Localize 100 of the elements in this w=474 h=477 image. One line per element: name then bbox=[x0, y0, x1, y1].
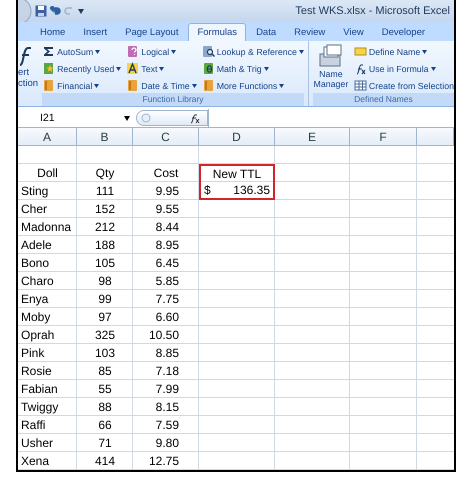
ribbon-tab[interactable]: Page Layout bbox=[117, 24, 186, 41]
table-cell-text: Oprah bbox=[20, 327, 56, 344]
table-cell-text: 5.85 bbox=[154, 273, 180, 290]
caret-icon bbox=[264, 66, 269, 70]
column-header[interactable]: A bbox=[18, 128, 77, 146]
table-cell-text: 7.75 bbox=[154, 291, 180, 308]
table-cell-text: Enya bbox=[20, 291, 50, 308]
table-cell-text: 9.95 bbox=[154, 183, 180, 200]
table-cell-text: 55 bbox=[97, 381, 113, 398]
table-cell-text: Usher bbox=[20, 435, 54, 452]
table-cell-text: Madonna bbox=[20, 219, 72, 236]
question-book-icon bbox=[126, 45, 140, 58]
ribbon-button[interactable]: Lookup & Reference bbox=[202, 44, 304, 59]
name-box[interactable]: I21 bbox=[18, 112, 136, 124]
ribbon-tab[interactable]: View bbox=[335, 24, 372, 41]
table-cell-text: 85 bbox=[97, 363, 113, 380]
table-cell-text: Rosie bbox=[20, 363, 53, 380]
caret-icon bbox=[94, 84, 100, 88]
table-cell-text: 8.44 bbox=[154, 219, 180, 236]
window-title: Test WKS.xlsx - Microsoft Excel bbox=[295, 5, 450, 17]
ribbon-tab[interactable]: Data bbox=[248, 24, 284, 41]
group-label: Function Library bbox=[42, 93, 304, 106]
table-cell-text: 6.45 bbox=[154, 255, 180, 272]
ribbon-button[interactable]: Use in Formula bbox=[354, 61, 454, 76]
ribbon-button[interactable]: Text bbox=[126, 61, 197, 76]
table-cell-text: Xena bbox=[20, 453, 50, 470]
function-icon bbox=[18, 45, 32, 67]
table-cell-text: 10.50 bbox=[148, 327, 180, 344]
ribbon-tab[interactable]: Insert bbox=[75, 24, 116, 41]
name-manager-button[interactable]: Name Manager bbox=[312, 44, 349, 93]
caret-icon bbox=[192, 84, 197, 88]
star-book-icon bbox=[42, 62, 56, 75]
column-header[interactable]: B bbox=[77, 128, 133, 146]
group-label: Defined Names bbox=[312, 93, 454, 106]
table-cell-text: 7.18 bbox=[154, 363, 180, 380]
table-cell-text: Sting bbox=[20, 183, 50, 200]
ribbon-button[interactable]: Define Name bbox=[354, 44, 454, 59]
undo-icon[interactable] bbox=[50, 6, 61, 16]
ribbon-tab[interactable]: Developer bbox=[374, 24, 434, 41]
table-cell-text: 152 bbox=[94, 201, 116, 218]
insert-function-button[interactable]: ert ction bbox=[18, 41, 38, 106]
column-header[interactable]: D bbox=[199, 128, 275, 146]
ribbon-button[interactable]: Create from Selection bbox=[354, 78, 454, 93]
label-icon bbox=[354, 45, 367, 58]
ribbon-tab[interactable]: Formulas bbox=[188, 23, 246, 41]
customize-toolbar-icon[interactable] bbox=[78, 8, 84, 14]
table-cell-text: 8.85 bbox=[154, 345, 180, 362]
table-cell: New TTL bbox=[199, 164, 275, 182]
column-header[interactable]: F bbox=[350, 128, 417, 146]
table-cell-text: Raffi bbox=[20, 417, 46, 434]
save-icon[interactable] bbox=[35, 5, 47, 17]
table-cell-text: 9.80 bbox=[154, 435, 180, 452]
text-book-icon bbox=[126, 62, 140, 75]
table-cell-text: 9.55 bbox=[154, 201, 180, 218]
ribbon-button[interactable]: Date & Time bbox=[126, 78, 197, 93]
table-cell-text: Qty bbox=[94, 165, 116, 182]
table-cell-text: 98 bbox=[97, 273, 113, 290]
table-cell-text: 212 bbox=[94, 219, 116, 236]
table-cell-text: 188 bbox=[94, 237, 116, 254]
table-cell-text: Pink bbox=[20, 345, 46, 362]
table-cell-text: 103 bbox=[94, 345, 116, 362]
caret-icon bbox=[298, 50, 304, 54]
ribbon-button[interactable]: Financial bbox=[42, 78, 122, 93]
caret-icon bbox=[95, 50, 100, 54]
table-cell: $ 136.35 bbox=[199, 182, 275, 200]
table-cell-text: Moby bbox=[20, 309, 52, 326]
ribbon-tab[interactable]: Home bbox=[32, 24, 74, 41]
ribbon-button[interactable]: More Functions bbox=[202, 78, 304, 93]
column-header[interactable]: C bbox=[133, 128, 199, 146]
table-cell-text: 8.15 bbox=[154, 399, 180, 416]
table-cell-text: Charo bbox=[20, 273, 55, 290]
table-cell-text: Cost bbox=[152, 165, 180, 182]
table-cell-text: Bono bbox=[20, 255, 50, 272]
table-cell-text: 7.59 bbox=[154, 417, 180, 434]
caret-icon bbox=[279, 84, 284, 88]
table-cell-text: Cher bbox=[20, 201, 48, 218]
table-icon bbox=[354, 79, 367, 92]
table-cell-text: 7.99 bbox=[154, 381, 180, 398]
book-icon bbox=[126, 79, 140, 92]
ribbon-button[interactable]: Recently Used bbox=[42, 61, 122, 76]
theta-book-icon bbox=[202, 62, 215, 75]
table-cell-text: 6.60 bbox=[154, 309, 180, 326]
book-icon bbox=[42, 79, 56, 92]
caret-icon bbox=[159, 66, 164, 70]
column-header[interactable]: E bbox=[275, 128, 350, 146]
insert-function-button[interactable] bbox=[136, 110, 208, 126]
function-icon bbox=[190, 112, 201, 124]
caret-icon bbox=[422, 50, 428, 54]
column-header[interactable] bbox=[417, 128, 454, 146]
ribbon-button[interactable]: Math & Trig bbox=[202, 61, 304, 76]
ribbon-button[interactable]: Logical bbox=[126, 44, 197, 59]
ribbon-button[interactable]: AutoSum bbox=[42, 44, 122, 59]
table-cell-text: 99 bbox=[97, 291, 113, 308]
magnifier-book-icon bbox=[202, 45, 215, 58]
sigma-icon bbox=[42, 45, 56, 58]
ribbon-tab[interactable]: Review bbox=[286, 24, 334, 41]
table-cell-text: 97 bbox=[97, 309, 113, 326]
circle-icon bbox=[141, 113, 151, 123]
caret-icon bbox=[116, 66, 122, 70]
table-cell-text: Fabian bbox=[20, 381, 59, 398]
